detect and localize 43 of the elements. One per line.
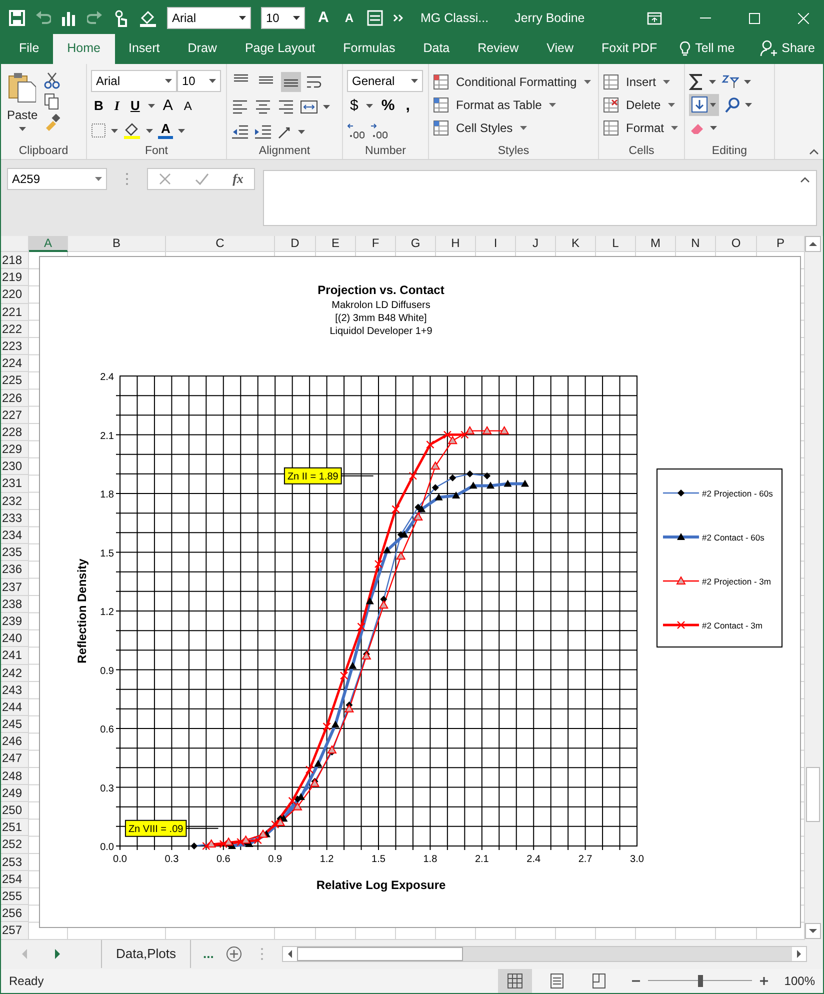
legend-label: #2 Contact - 60s [702, 532, 764, 542]
y-axis-tick-label: 2.1 [100, 430, 114, 442]
y-axis-tick-label: 1.2 [100, 607, 114, 618]
x-axis-tick-label: 3.0 [630, 854, 644, 865]
chart-title: Projection vs. Contact [318, 283, 444, 297]
callout: Zn II = 1.89 [284, 467, 342, 484]
y-axis-tick-label: 0.6 [100, 724, 114, 736]
callout: Zn VIII = .09 [124, 820, 187, 837]
legend-label: #2 Contact - 3m [702, 620, 762, 630]
y-axis-title: Reflection Density [75, 558, 89, 664]
x-axis-tick-label: 1.8 [423, 854, 438, 865]
chart-subtitle: Liquidol Developer 1+9 [330, 326, 432, 337]
legend-label: #2 Projection - 60s [702, 488, 773, 498]
group-label: Number [364, 144, 407, 159]
x-axis-tick-label: 1.5 [372, 854, 386, 865]
annotation: Zn VIII = .09 [128, 824, 184, 835]
x-axis-tick-label: 2.7 [578, 854, 592, 865]
y-axis-tick-label: 0.3 [100, 783, 114, 794]
x-axis-tick-label: 0.3 [164, 854, 179, 865]
chart-subtitle: [(2) 3mm B48 White] [335, 313, 427, 324]
chart-subtitle: Makrolon LD Diffusers [332, 300, 430, 311]
annotation: Zn II = 1.89 [287, 471, 339, 482]
group-label: Font [144, 144, 169, 159]
x-axis-tick-label: 1.2 [320, 854, 334, 865]
group-label: Clipboard [18, 144, 70, 159]
y-axis-tick-label: 0.0 [100, 842, 114, 853]
y-axis-tick-label: 1.5 [100, 548, 114, 560]
x-axis-tick-label: 2.4 [526, 854, 541, 865]
y-axis-tick-label: 2.4 [100, 372, 114, 383]
legend-label: #2 Projection - 3m [702, 576, 771, 586]
group-label: Alignment [258, 144, 312, 159]
y-axis-tick-label: 1.8 [100, 490, 114, 500]
window-title: MG Classi... [420, 10, 489, 27]
group-label: Styles [496, 144, 530, 159]
x-axis-tick-label: 0.6 [216, 854, 230, 865]
y-axis-tick-label: 0.9 [100, 666, 114, 677]
group-label: Editing [710, 144, 748, 159]
x-axis-title: Relative Log Exposure [316, 878, 446, 892]
x-axis-tick-label: 0.0 [113, 854, 127, 865]
x-axis-tick-label: 2.1 [474, 854, 489, 865]
group-label: Cells [628, 144, 656, 159]
status-text: Ready [9, 973, 44, 990]
x-axis-tick-label: 0.9 [268, 854, 282, 865]
